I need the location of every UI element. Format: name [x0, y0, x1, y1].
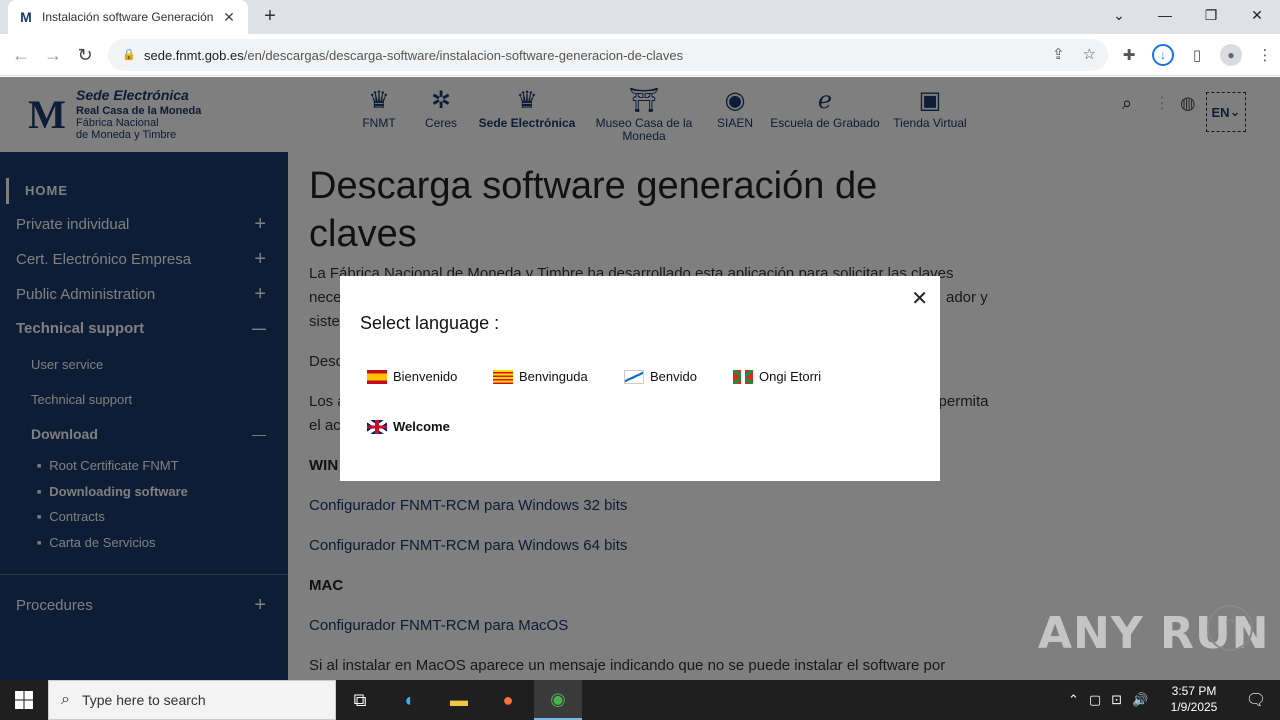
search-icon: ⌕	[61, 691, 70, 708]
tab-title: Instalación software Generación	[42, 10, 214, 24]
taskbar-search-box[interactable]: ⌕ Type here to search	[48, 680, 336, 720]
file-explorer-icon[interactable]: ▬	[435, 680, 483, 720]
tray-device-icon[interactable]: ▢	[1089, 692, 1101, 708]
browser-tab[interactable]: M Instalación software Generación ✕	[8, 0, 248, 34]
new-tab-button[interactable]: +	[258, 5, 282, 29]
share-icon[interactable]: ⇪	[1052, 45, 1065, 63]
profile-avatar-icon[interactable]: ●	[1220, 44, 1242, 66]
download-icon[interactable]: ↓	[1152, 44, 1174, 66]
forward-button[interactable]: →	[40, 43, 66, 69]
fnmt-favicon-icon: M	[20, 9, 32, 25]
address-bar[interactable]: 🔒 sede.fnmt.gob.es/en/descargas/descarga…	[108, 39, 1108, 71]
tab-close-icon[interactable]: ✕	[220, 9, 238, 26]
galicia-flag-icon	[624, 369, 644, 384]
tab-search-chevron-icon[interactable]: ⌄	[1096, 0, 1142, 30]
language-modal: ✕ Select language : Bienvenido Benvingud…	[340, 276, 940, 481]
notification-icon[interactable]: 🗨	[1232, 680, 1280, 720]
lang-option-galician[interactable]: Benvido	[624, 369, 697, 384]
lang-option-spanish[interactable]: Bienvenido	[367, 369, 457, 384]
chrome-icon[interactable]: ◉	[534, 680, 582, 720]
scroll-to-top-icon[interactable]: ⌃	[1207, 605, 1253, 651]
spain-flag-icon	[367, 369, 387, 384]
windows-logo-icon	[15, 691, 33, 709]
url-text: sede.fnmt.gob.es/en/descargas/descarga-s…	[144, 47, 684, 63]
modal-title: Select language :	[360, 313, 500, 333]
restore-button[interactable]: ❐	[1188, 0, 1234, 30]
reload-button[interactable]: ↻	[72, 43, 98, 69]
minimize-button[interactable]: —	[1142, 0, 1188, 30]
windows-start-button[interactable]	[0, 680, 48, 720]
lang-option-english[interactable]: Welcome	[367, 419, 450, 434]
uk-flag-icon	[367, 419, 387, 434]
lang-option-basque[interactable]: Ongi Etorri	[733, 369, 821, 384]
tray-chevron-icon[interactable]: ⌃	[1068, 692, 1079, 708]
firefox-icon[interactable]: ●	[484, 680, 532, 720]
back-button[interactable]: ←	[8, 43, 34, 69]
modal-close-icon[interactable]: ✕	[911, 286, 928, 311]
edge-icon[interactable]: ◐	[386, 680, 434, 720]
lang-option-catalan[interactable]: Benvinguda	[493, 369, 588, 384]
close-window-button[interactable]: ✕	[1234, 0, 1280, 30]
lock-icon: 🔒	[122, 49, 136, 61]
basque-flag-icon	[733, 369, 753, 384]
task-view-icon[interactable]: ⧉	[336, 680, 384, 720]
browser-toolbar: ← → ↻ 🔒 sede.fnmt.gob.es/en/descargas/de…	[0, 34, 1280, 76]
network-icon[interactable]: ⊡	[1111, 692, 1122, 708]
browser-tab-bar: M Instalación software Generación ✕ + ⌄ …	[0, 0, 1280, 34]
system-tray: ⌃ ▢ ⊡ 🔊	[1068, 680, 1148, 720]
side-panel-icon[interactable]: ▯	[1186, 44, 1208, 66]
extensions-puzzle-icon[interactable]: ✚	[1118, 44, 1140, 66]
catalonia-flag-icon	[493, 369, 513, 384]
volume-icon[interactable]: 🔊	[1132, 692, 1148, 708]
bookmark-star-icon[interactable]: ☆	[1083, 45, 1096, 63]
taskbar-clock[interactable]: 3:57 PM 1/9/2025	[1166, 683, 1222, 715]
windows-taskbar: ⌕ Type here to search ⧉ ◐ ▬ ● ◉ ⌃ ▢ ⊡ 🔊 …	[0, 680, 1280, 720]
menu-kebab-icon[interactable]: ⋮	[1254, 44, 1276, 66]
